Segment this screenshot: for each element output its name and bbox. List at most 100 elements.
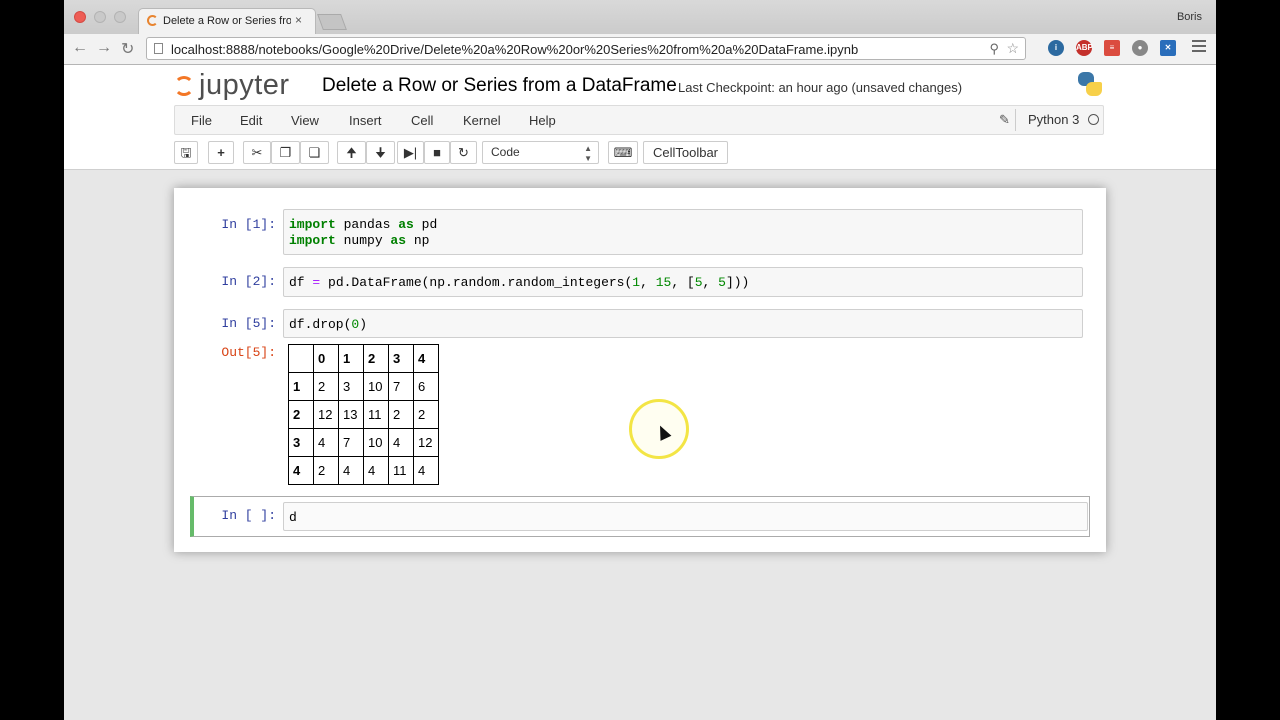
row-index-cell: 1	[288, 372, 314, 401]
interrupt-kernel-button[interactable]: ■	[424, 141, 450, 164]
menu-help[interactable]: Help	[529, 113, 556, 128]
table-header-cell	[288, 344, 314, 373]
jupyter-favicon-icon	[147, 15, 158, 26]
save-button[interactable]: 🖫	[174, 141, 198, 164]
table-row: 4 2 4 4 11 4	[288, 456, 439, 485]
input-prompt: In [1]:	[221, 217, 276, 232]
table-cell: 4	[388, 428, 414, 457]
move-up-button[interactable]: 🠉	[337, 141, 366, 164]
screen: Delete a Row or Series from × Boris ← → …	[64, 0, 1216, 720]
table-cell: 2	[313, 456, 339, 485]
new-tab-button[interactable]	[317, 14, 347, 30]
table-cell: 4	[313, 428, 339, 457]
insert-cell-button[interactable]: +	[208, 141, 234, 164]
code-input[interactable]: import pandas as pd import numpy as np	[283, 209, 1083, 255]
minimize-window-button[interactable]	[94, 11, 106, 23]
table-cell: 4	[413, 456, 439, 485]
kernel-name[interactable]: Python 3	[1015, 109, 1079, 131]
menu-view[interactable]: View	[291, 113, 319, 128]
row-index-cell: 4	[288, 456, 314, 485]
close-window-button[interactable]	[74, 11, 86, 23]
browser-toolbar: ← → ↻ localhost:8888/notebooks/Google%20…	[64, 34, 1216, 65]
table-row: 3 4 7 10 4 12	[288, 428, 439, 457]
restart-kernel-button[interactable]: ↻	[450, 141, 477, 164]
table-cell: 7	[388, 372, 414, 401]
bookmark-star-icon[interactable]: ☆	[1006, 40, 1019, 57]
menu-insert[interactable]: Insert	[349, 113, 382, 128]
kernel-idle-icon	[1088, 114, 1099, 125]
table-header-cell: 2	[363, 344, 389, 373]
table-cell: 11	[363, 400, 389, 429]
browser-tabstrip: Delete a Row or Series from × Boris	[64, 0, 1216, 34]
keyboard-icon: ⌨	[613, 145, 633, 160]
jupyter-header: jupyter Delete a Row or Series from a Da…	[64, 65, 1216, 170]
stop-icon: ■	[433, 145, 441, 160]
table-cell: 3	[338, 372, 364, 401]
adblock-plus-icon[interactable]: ABP	[1076, 40, 1093, 56]
dataframe-output-table: 0 1 2 3 4 1 2 3 10 7 6 2 12 13 11 2 2 3 …	[288, 344, 439, 485]
chrome-menu-icon[interactable]	[1192, 40, 1206, 54]
x-extension-icon[interactable]: ✕	[1160, 40, 1176, 56]
save-icon: 🖫	[180, 145, 192, 160]
page-icon	[154, 43, 163, 54]
menu-cell[interactable]: Cell	[411, 113, 433, 128]
menu-file[interactable]: File	[191, 113, 212, 128]
zoom-icon[interactable]: ⚲	[989, 41, 999, 57]
table-cell: 2	[388, 400, 414, 429]
table-cell: 7	[338, 428, 364, 457]
menu-kernel[interactable]: Kernel	[463, 113, 501, 128]
run-cell-button[interactable]: ▶|	[397, 141, 424, 164]
profile-name[interactable]: Boris	[1177, 11, 1202, 23]
code-input[interactable]: d	[283, 502, 1088, 531]
command-palette-button[interactable]: ⌨	[608, 141, 638, 164]
user-extension-icon[interactable]: ●	[1132, 40, 1148, 56]
address-bar[interactable]: localhost:8888/notebooks/Google%20Drive/…	[146, 37, 1026, 60]
table-cell: 2	[313, 372, 339, 401]
copy-button[interactable]: ❐	[271, 141, 300, 164]
table-cell: 4	[363, 456, 389, 485]
menu-edit[interactable]: Edit	[240, 113, 262, 128]
code-input[interactable]: df.drop(0)	[283, 309, 1083, 338]
cell-type-select[interactable]: Code ▲ ▼	[482, 141, 599, 164]
celltoolbar-button[interactable]: CellToolbar	[643, 141, 728, 164]
active-code-cell[interactable]: In [ ]: d	[190, 496, 1090, 537]
table-header-cell: 4	[413, 344, 439, 373]
code-input[interactable]: df = pd.DataFrame(np.random.random_integ…	[283, 267, 1083, 297]
notebook-title[interactable]: Delete a Row or Series from a DataFrame	[322, 75, 677, 97]
reload-icon[interactable]: ↻	[121, 39, 134, 59]
edit-mode-pencil-icon: ✎	[999, 112, 1010, 127]
table-cell: 13	[338, 400, 364, 429]
table-row: 2 12 13 11 2 2	[288, 400, 439, 429]
table-cell: 11	[388, 456, 414, 485]
paste-icon: ❏	[308, 145, 321, 160]
extension-shield-icon[interactable]: i	[1048, 40, 1064, 56]
arrow-up-icon: 🠉	[346, 145, 357, 160]
maximize-window-button[interactable]	[114, 11, 126, 23]
table-header-cell: 3	[388, 344, 414, 373]
browser-tab[interactable]: Delete a Row or Series from ×	[138, 8, 316, 34]
table-cell: 2	[413, 400, 439, 429]
row-index-cell: 3	[288, 428, 314, 457]
table-header-cell: 0	[313, 344, 339, 373]
table-row: 1 2 3 10 7 6	[288, 372, 439, 401]
arrow-down-icon: 🠋	[375, 145, 386, 160]
table-cell: 6	[413, 372, 439, 401]
move-down-button[interactable]: 🠋	[366, 141, 395, 164]
input-prompt: In [ ]:	[221, 508, 276, 523]
table-cell: 12	[313, 400, 339, 429]
paste-button[interactable]: ❏	[300, 141, 329, 164]
notebook-container: In [1]: import pandas as pd import numpy…	[174, 188, 1106, 552]
url-text[interactable]: localhost:8888/notebooks/Google%20Drive/…	[171, 42, 858, 57]
cell-type-value: Code	[491, 145, 520, 159]
tab-close-icon[interactable]: ×	[295, 13, 302, 27]
checkpoint-status: Last Checkpoint: an hour ago (unsaved ch…	[678, 80, 963, 95]
copy-icon: ❐	[279, 145, 292, 160]
step-forward-icon: ▶|	[403, 145, 418, 160]
back-arrow-icon[interactable]: ←	[72, 39, 88, 57]
tab-title: Delete a Row or Series from	[163, 15, 291, 27]
todoist-extension-icon[interactable]: ≡	[1104, 40, 1120, 56]
forward-arrow-icon[interactable]: →	[96, 39, 112, 57]
input-prompt: In [5]:	[221, 316, 276, 331]
table-header-cell: 1	[338, 344, 364, 373]
cut-button[interactable]: ✂	[243, 141, 271, 164]
